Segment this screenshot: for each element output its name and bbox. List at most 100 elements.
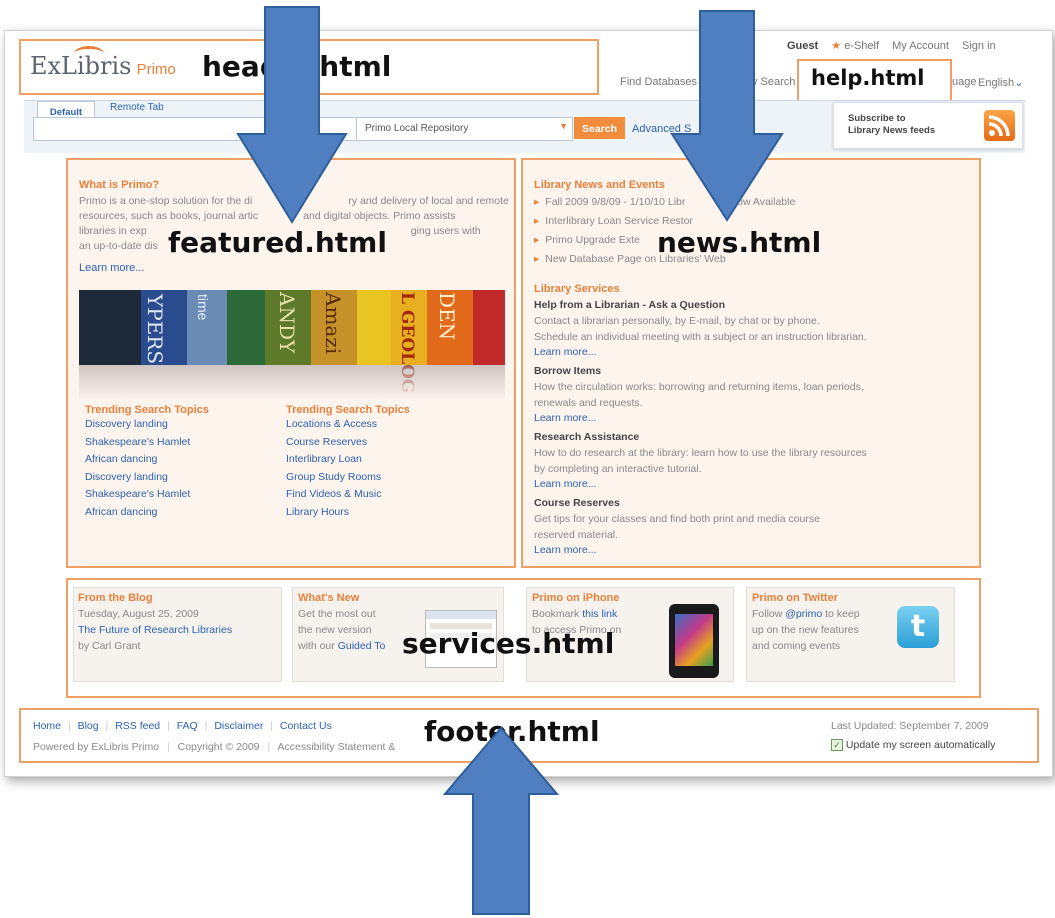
trending-link[interactable]: Course Reserves (286, 434, 410, 452)
bullet-icon: ▸ (534, 215, 540, 227)
twitter-title: Primo on Twitter (752, 592, 838, 604)
auto-update-checkbox[interactable]: ✓ (831, 739, 843, 752)
footer-link-disclaimer[interactable]: Disclaimer (214, 720, 263, 732)
featured-desc-1: Primo is a one-stop solution for the di (79, 195, 253, 207)
service-section-title: Research Assistance (534, 431, 640, 443)
learn-more-link[interactable]: Learn more... (534, 345, 964, 359)
service-section-title: Borrow Items (534, 365, 602, 377)
service-line: reserved material. (534, 529, 619, 541)
english-select[interactable]: English⌄ (978, 76, 1023, 89)
blog-title: From the Blog (78, 592, 153, 604)
featured-title: What is Primo? (79, 179, 160, 191)
trending-link[interactable]: Interlibrary Loan (286, 451, 410, 469)
arrow-down-icon (670, 10, 784, 222)
book-title-3: ANDY (275, 292, 299, 354)
guest-label: Guest (787, 40, 819, 52)
auto-update-label: Update my screen automatically (845, 739, 996, 751)
services-label: services.html (402, 627, 615, 660)
eshelf-link[interactable]: e-Shelf (844, 40, 879, 52)
trending-link[interactable]: Group Study Rooms (286, 469, 410, 487)
bullet-icon: ▸ (534, 196, 540, 208)
rss-line-2: Library News feeds (848, 125, 936, 136)
whats-new-title: What's New (298, 592, 360, 604)
featured-desc-2: resources, such as books, journal artic (79, 210, 259, 222)
twitter-icon: t (897, 606, 939, 648)
whats-new-line-2: the new version (298, 624, 372, 636)
news-label: news.html (657, 226, 822, 259)
footer-link-contact[interactable]: Contact Us (280, 720, 332, 732)
service-section-title: Course Reserves (534, 497, 620, 509)
scope-select[interactable]: Primo Local Repository ▼ (356, 117, 573, 141)
twitter-line-3: and coming events (752, 640, 841, 652)
trending-link[interactable]: Find Videos & Music (286, 486, 410, 504)
guided-tour-link[interactable]: Guided To (338, 640, 386, 652)
featured-desc-1b: ry and delivery of local and remote (348, 195, 509, 207)
featured-learn-more-link[interactable]: Learn more... (79, 262, 144, 274)
trending-link[interactable]: Library Hours (286, 504, 410, 522)
service-section: Course Reserves Get tips for your classe… (534, 495, 964, 557)
library-services-list: Help from a Librarian - Ask a Question C… (534, 297, 964, 557)
twitter-line-2: up on the new features (752, 624, 859, 636)
book-title-4: Amazi (321, 292, 345, 355)
learn-more-link[interactable]: Learn more... (534, 477, 964, 491)
book-title-6: DEN (435, 292, 459, 341)
news-item[interactable]: Fall 2009 9/8/09 - 1/10/10 Libr (545, 196, 685, 208)
footer-link-rss[interactable]: RSS feed (115, 720, 160, 732)
language-link-fragment[interactable]: uage (952, 76, 976, 88)
rss-subscribe-box[interactable]: Subscribe to Library News feeds (833, 102, 1023, 149)
copyright: Copyright © 2009 (177, 741, 260, 753)
footer-link-faq[interactable]: FAQ (177, 720, 198, 732)
search-button[interactable]: Search (574, 117, 625, 139)
whats-new-line-1: Get the most out (298, 608, 376, 620)
twitter-handle-link[interactable]: @primo (785, 608, 822, 620)
chevron-down-icon: ⌄ (1014, 77, 1024, 89)
learn-more-link[interactable]: Learn more... (534, 411, 964, 425)
twitter-line-1: Follow @primo to keep (752, 608, 860, 620)
service-line: by completing an interactive tutorial. (534, 463, 702, 475)
blog-post-link[interactable]: The Future of Research Libraries (78, 624, 232, 636)
news-item[interactable]: Primo Upgrade Exte (545, 234, 640, 246)
trending-link[interactable]: Locations & Access (286, 416, 410, 434)
iphone-line-1-text: Bookmark (532, 608, 583, 620)
tab-remote[interactable]: Remote Tab (110, 102, 164, 113)
dropdown-arrow-icon: ▼ (559, 121, 568, 131)
news-title: Library News and Events (534, 179, 665, 191)
trending-link[interactable]: Shakespeare's Hamlet (85, 434, 209, 452)
blog-card: From the Blog Tuesday, August 25, 2009 T… (73, 587, 282, 682)
featured-desc-4: an up-to-date dis (79, 240, 158, 252)
tab-default[interactable]: Default (37, 101, 95, 118)
trending-link[interactable]: African dancing (85, 451, 209, 469)
arrow-up-icon (443, 726, 559, 916)
scope-label: Primo Local Repository (365, 123, 469, 134)
search-button-label: Search (581, 123, 618, 135)
iphone-icon (669, 604, 719, 678)
logo-arc-icon (74, 46, 104, 61)
service-section: Help from a Librarian - Ask a Question C… (534, 297, 964, 359)
trending-link[interactable]: Discovery landing (85, 416, 209, 434)
sign-in-link[interactable]: Sign in (962, 40, 996, 52)
trending-title-1: Trending Search Topics (85, 404, 209, 416)
featured-desc-3b: ging users with (410, 225, 481, 237)
featured-label: featured.html (168, 226, 387, 259)
my-account-link[interactable]: My Account (892, 40, 949, 52)
trending-column-2: Trending Search Topics Locations & Acces… (286, 404, 410, 522)
trending-link[interactable]: Discovery landing (85, 469, 209, 487)
trending-link[interactable]: African dancing (85, 504, 209, 522)
books-banner-image: YPERS time ANDY Amazi L GEOLOG DEN (79, 290, 505, 400)
rss-line-1: Subscribe to (848, 113, 906, 124)
service-line: Contact a librarian personally, by E-mai… (534, 315, 820, 327)
book-title-1: YPERS (143, 294, 167, 365)
bullet-icon: ▸ (534, 234, 540, 246)
trending-link[interactable]: Shakespeare's Hamlet (85, 486, 209, 504)
service-line: renewals and requests. (534, 397, 643, 409)
trending-column-1: Trending Search Topics Discovery landing… (85, 404, 209, 522)
footer-link-blog[interactable]: Blog (78, 720, 99, 732)
library-services-title: Library Services (534, 283, 620, 295)
bullet-icon: ▸ (534, 253, 540, 265)
footer-link-home[interactable]: Home (33, 720, 61, 732)
learn-more-link[interactable]: Learn more... (534, 543, 964, 557)
accessibility-link[interactable]: Accessibility Statement & (278, 741, 396, 753)
iphone-link[interactable]: this link (582, 608, 617, 620)
iphone-line-1: Bookmark this link (532, 608, 617, 620)
service-line: How to do research at the library: learn… (534, 447, 867, 459)
